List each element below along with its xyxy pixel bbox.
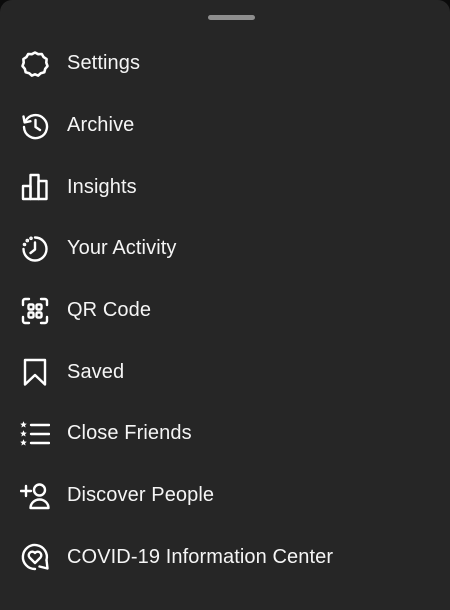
settings-icon xyxy=(20,49,50,79)
discover-people-icon xyxy=(20,481,50,511)
menu-item-archive[interactable]: Archive xyxy=(0,95,450,157)
menu-item-label: Discover People xyxy=(67,484,215,507)
menu-item-label: Settings xyxy=(67,52,141,75)
insights-icon xyxy=(20,172,50,202)
menu-item-saved[interactable]: Saved xyxy=(0,341,450,403)
menu-item-covid-info-center[interactable]: COVID-19 Information Center xyxy=(0,527,450,589)
drag-handle[interactable] xyxy=(208,15,255,20)
menu-item-qr-code[interactable]: QR Code xyxy=(0,280,450,342)
menu-item-settings[interactable]: Settings xyxy=(0,33,450,95)
menu-item-label: Close Friends xyxy=(67,422,192,445)
saved-icon xyxy=(20,357,50,387)
menu-item-close-friends[interactable]: Close Friends xyxy=(0,403,450,465)
menu-item-label: Insights xyxy=(67,175,137,198)
covid-info-icon xyxy=(20,542,50,572)
your-activity-icon xyxy=(20,234,50,264)
profile-menu: Settings Archive Insights Your Activity … xyxy=(0,33,450,588)
menu-item-label: Saved xyxy=(67,360,125,383)
menu-item-your-activity[interactable]: Your Activity xyxy=(0,218,450,280)
qr-code-icon xyxy=(20,296,50,326)
menu-item-label: COVID-19 Information Center xyxy=(67,545,334,568)
archive-icon xyxy=(20,111,50,141)
close-friends-icon xyxy=(20,419,50,449)
menu-item-label: QR Code xyxy=(67,299,152,322)
menu-item-label: Archive xyxy=(67,114,135,137)
menu-item-discover-people[interactable]: Discover People xyxy=(0,465,450,527)
menu-item-label: Your Activity xyxy=(67,237,177,260)
menu-item-insights[interactable]: Insights xyxy=(0,156,450,218)
bottom-sheet: Settings Archive Insights Your Activity … xyxy=(0,0,450,610)
